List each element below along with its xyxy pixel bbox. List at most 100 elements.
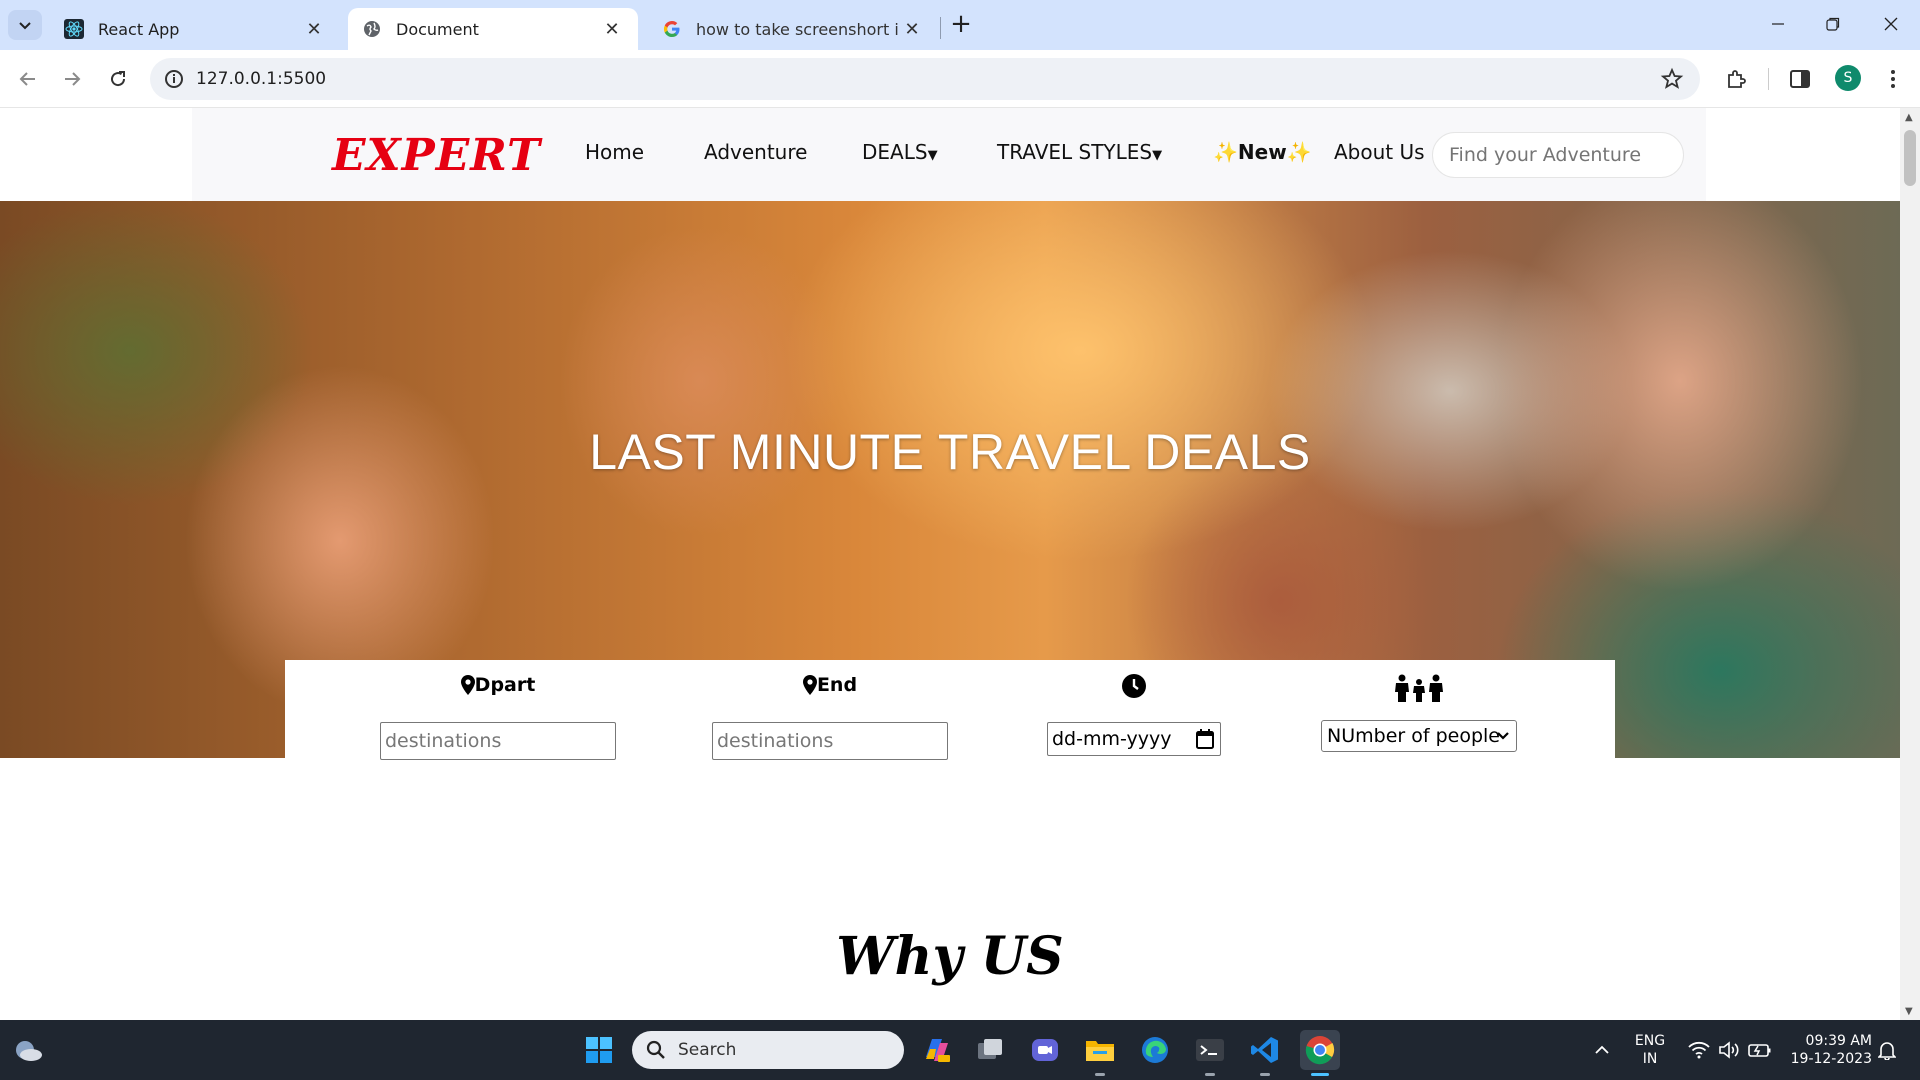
tab-react-app[interactable]: React App ✕ [50,8,340,50]
folder-icon [1086,1041,1114,1061]
nav-new-label: New [1237,140,1287,164]
close-icon[interactable]: ✕ [900,17,924,41]
calendar-icon[interactable] [1196,729,1214,749]
file-explorer-button[interactable] [1083,1033,1117,1067]
tab-title: React App [98,19,180,39]
end-input[interactable]: destinations [712,722,948,760]
search-icon [646,1040,665,1059]
weather-widget-button[interactable] [12,1033,46,1067]
clock-icon [1122,674,1146,698]
end-label-text: End [816,674,858,696]
copilot-app-button[interactable] [920,1033,954,1067]
clock-time: 09:39 AM [1805,1033,1872,1049]
more-vert-icon [1891,70,1895,88]
caret-down-icon: ▼ [927,148,938,163]
forward-button[interactable] [57,64,87,94]
extensions-button[interactable] [1724,66,1750,92]
new-tab-button[interactable]: + [948,11,974,38]
video-chat-icon [1032,1039,1058,1061]
taskbar-search[interactable]: Search [632,1031,904,1069]
react-icon [64,19,84,39]
minimize-button[interactable] [1758,10,1798,38]
wifi-icon [1688,1041,1710,1059]
adventure-search-input[interactable] [1432,132,1684,178]
vscode-app-button[interactable] [1248,1033,1282,1067]
info-icon[interactable] [162,67,186,91]
arrow-left-icon [19,72,35,86]
nav-about[interactable]: About Us [1334,140,1425,164]
language-indicator[interactable]: ENG IN [1628,1032,1672,1068]
windows-taskbar: Search ENG IN 09:39 AM 19-12-2023 [0,1020,1920,1080]
close-icon[interactable]: ✕ [302,17,326,41]
tab-google-search[interactable]: how to take screenshort in lapto ✕ [648,8,938,50]
date-input-value: dd-mm-yyyy [1052,728,1172,750]
people-label [1321,674,1517,702]
arrow-right-icon [65,72,81,86]
running-indicator [1260,1073,1270,1076]
depart-label: Dpart [380,674,616,696]
map-pin-icon [802,675,817,695]
teams-app-button[interactable] [1028,1033,1062,1067]
tab-document[interactable]: Document ✕ [348,8,638,50]
notifications-button[interactable] [1870,1033,1904,1067]
depart-field-group: Dpart destinations [380,660,616,760]
depart-label-text: Dpart [474,674,536,696]
running-indicator [1205,1073,1215,1076]
running-indicator [1095,1073,1105,1076]
window-close-button[interactable] [1871,10,1911,38]
active-indicator [1311,1073,1329,1076]
task-view-button[interactable] [973,1033,1007,1067]
start-button[interactable] [582,1033,616,1067]
tab-search-button[interactable] [8,10,42,40]
quick-settings-button[interactable] [1680,1033,1780,1067]
minimize-icon [1772,23,1784,25]
site-logo[interactable]: EXPERT [332,130,541,181]
task-view-icon [978,1039,1002,1059]
chrome-icon [1305,1036,1335,1065]
terminal-app-button[interactable] [1193,1033,1227,1067]
nav-travel-styles-label: TRAVEL STYLES [997,140,1153,164]
windows-logo-icon [586,1037,612,1063]
reload-button[interactable] [103,64,133,94]
back-button[interactable] [13,64,43,94]
globe-icon [362,19,382,39]
end-label: End [712,674,948,696]
why-us-heading: Why US [836,926,1064,987]
terminal-icon [1196,1039,1224,1061]
chevron-down-icon [19,22,31,30]
map-pin-icon [460,675,475,695]
clock-label [1047,674,1221,698]
sparkles-icon: ✨ [1286,140,1312,164]
page-scrollbar[interactable]: ▲ ▼ [1900,108,1920,1020]
caret-down-icon: ▼ [1152,148,1163,163]
people-select[interactable]: NUmber of people [1321,720,1517,752]
nav-home[interactable]: Home [585,140,644,164]
browser-tabstrip: React App ✕ Document ✕ how to take scree… [0,0,1920,50]
chevron-down-icon [1497,732,1509,740]
clock[interactable]: 09:39 AM 19-12-2023 [1780,1032,1872,1068]
depart-input[interactable]: destinations [380,722,616,760]
scroll-up-arrow-icon[interactable]: ▲ [1905,112,1915,123]
scroll-down-arrow-icon[interactable]: ▼ [1905,1006,1915,1017]
bookmark-star-icon[interactable] [1660,67,1684,91]
vscode-icon [1251,1037,1278,1063]
chrome-app-button[interactable] [1300,1030,1340,1070]
show-hidden-icons-button[interactable] [1585,1033,1619,1067]
nav-adventure[interactable]: Adventure [704,140,807,164]
people-field-group: NUmber of people [1321,660,1517,760]
date-input[interactable]: dd-mm-yyyy [1047,722,1221,756]
restore-button[interactable] [1813,10,1853,38]
nav-travel-styles[interactable]: TRAVEL STYLES▼ [997,140,1162,164]
edge-browser-button[interactable] [1138,1033,1172,1067]
scrollbar-thumb[interactable] [1904,130,1916,186]
nav-deals[interactable]: DEALS▼ [862,140,938,164]
profile-avatar[interactable]: S [1835,65,1861,91]
browser-menu-button[interactable] [1880,66,1906,92]
close-icon[interactable]: ✕ [600,17,624,41]
copilot-icon [926,1039,950,1062]
end-field-group: End destinations [712,660,948,760]
address-bar[interactable]: 127.0.0.1:5500 [150,58,1700,100]
side-panel-button[interactable] [1787,66,1813,92]
close-icon [1884,17,1898,31]
nav-new[interactable]: ✨New✨ [1213,140,1312,164]
